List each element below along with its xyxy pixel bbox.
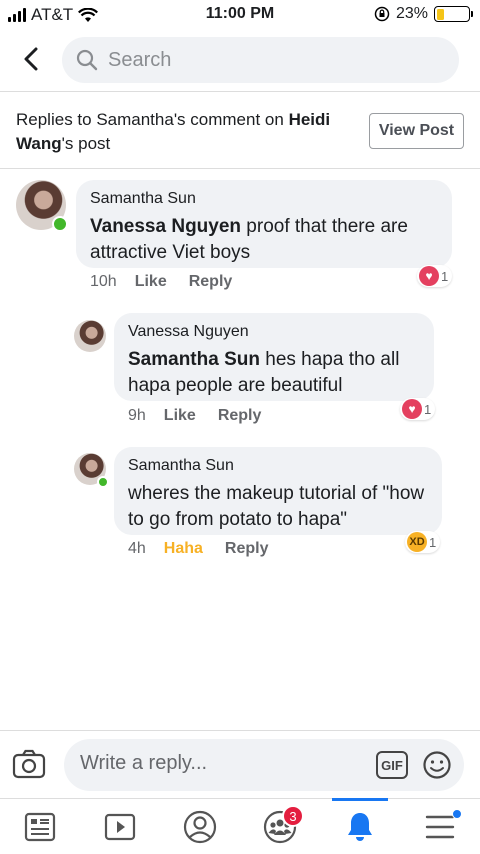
comment-timestamp: 9h xyxy=(128,407,146,424)
nav-watch[interactable] xyxy=(80,799,160,854)
reaction-summary[interactable]: ♥ 1 xyxy=(400,398,436,420)
context-prefix: Replies to Samantha's comment on xyxy=(16,110,289,129)
status-bar: AT&T 11:00 PM 23% xyxy=(0,0,480,30)
comment-text: Vanessa Nguyen proof that there are attr… xyxy=(90,214,438,266)
search-input[interactable] xyxy=(108,48,408,72)
heart-icon: ♥ xyxy=(419,266,439,286)
comment-author[interactable]: Samantha Sun xyxy=(90,190,438,208)
reaction-summary[interactable]: ♥ 1 xyxy=(417,265,453,287)
like-button[interactable]: Like xyxy=(135,273,167,291)
comment-author[interactable]: Samantha Sun xyxy=(128,457,428,475)
mention-link[interactable]: Samantha Sun xyxy=(128,349,260,370)
emoji-icon[interactable] xyxy=(422,750,452,780)
reply-button[interactable]: Reply xyxy=(189,273,233,291)
nav-notifications[interactable] xyxy=(320,798,400,854)
nav-profile[interactable] xyxy=(160,799,240,854)
online-status-dot xyxy=(97,476,109,488)
comment-actions: 9h Like Reply xyxy=(128,407,283,425)
bottom-nav: 3 xyxy=(0,798,480,854)
comment-actions: 4h Haha Reply xyxy=(128,540,291,558)
comment-author[interactable]: Vanessa Nguyen xyxy=(128,323,420,341)
view-post-button[interactable]: View Post xyxy=(369,113,464,149)
reaction-count: 1 xyxy=(441,268,449,284)
reply-button[interactable]: Reply xyxy=(225,540,269,558)
battery-percent: 23% xyxy=(395,5,428,22)
battery-icon xyxy=(434,6,473,22)
haha-icon: XD xyxy=(407,532,427,552)
bell-icon xyxy=(348,812,372,841)
search-header xyxy=(0,30,480,92)
reply-input[interactable] xyxy=(80,752,360,775)
avatar[interactable] xyxy=(74,453,109,488)
reaction-summary[interactable]: XD 1 xyxy=(405,531,441,553)
rotation-lock-icon xyxy=(374,6,390,22)
comment-bubble: Samantha Sun Vanessa Nguyen proof that t… xyxy=(76,180,452,268)
hamburger-menu-icon xyxy=(425,815,455,838)
comment-timestamp: 10h xyxy=(90,273,117,290)
comment-bubble: Samantha Sun wheres the makeup tutorial … xyxy=(114,447,442,535)
battery-level xyxy=(436,8,444,20)
comment-bubble: Vanessa Nguyen Samantha Sun hes hapa tho… xyxy=(114,313,434,401)
haha-reaction-button[interactable]: Haha xyxy=(164,540,203,558)
like-button[interactable]: Like xyxy=(164,407,196,425)
nav-menu[interactable] xyxy=(400,799,480,854)
back-button[interactable] xyxy=(16,44,46,74)
comment-timestamp: 4h xyxy=(128,540,146,557)
reply-context-header: Replies to Samantha's comment on Heidi W… xyxy=(0,93,480,169)
context-suffix: 's post xyxy=(61,134,111,153)
profile-icon xyxy=(183,810,217,843)
reply-input-box[interactable]: GIF xyxy=(64,739,464,791)
nav-groups[interactable]: 3 xyxy=(240,799,320,854)
groups-notification-badge: 3 xyxy=(282,805,304,827)
reply-button[interactable]: Reply xyxy=(218,407,262,425)
heart-icon: ♥ xyxy=(402,399,422,419)
comment-text: Samantha Sun hes hapa tho all hapa peopl… xyxy=(128,347,420,399)
mention-link[interactable]: Vanessa Nguyen xyxy=(90,216,241,237)
reply-composer: GIF xyxy=(0,730,480,798)
watch-video-icon xyxy=(104,813,136,840)
comment-actions: 10h Like Reply xyxy=(90,273,254,291)
camera-icon[interactable] xyxy=(12,749,46,779)
context-description: Replies to Samantha's comment on Heidi W… xyxy=(16,108,356,156)
avatar-image xyxy=(74,320,106,352)
search-bar[interactable] xyxy=(62,37,459,83)
nav-news-feed[interactable] xyxy=(0,799,80,854)
search-icon xyxy=(76,49,98,71)
chevron-left-icon xyxy=(24,47,38,71)
battery-area: 23% xyxy=(374,5,473,23)
comment-body: wheres the makeup tutorial of "how to go… xyxy=(128,483,425,530)
gif-button[interactable]: GIF xyxy=(376,751,408,779)
menu-notification-dot xyxy=(452,809,462,819)
avatar[interactable] xyxy=(74,320,106,352)
news-feed-icon xyxy=(24,812,56,841)
avatar[interactable] xyxy=(16,180,68,232)
reaction-count: 1 xyxy=(424,401,432,417)
reaction-count: 1 xyxy=(429,534,437,550)
online-status-dot xyxy=(52,216,68,232)
